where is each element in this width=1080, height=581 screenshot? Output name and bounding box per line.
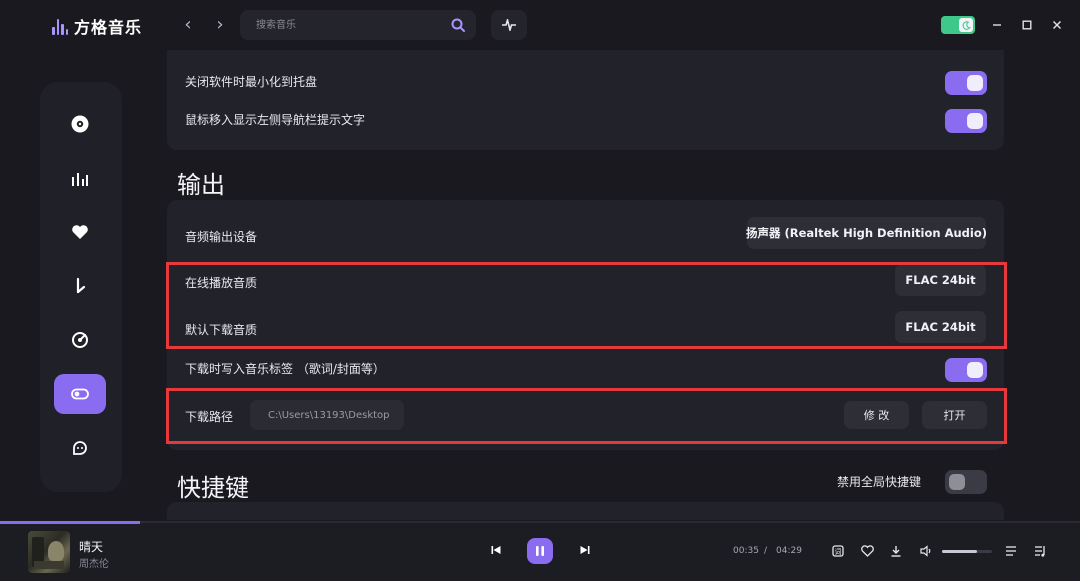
download-arrow-icon bbox=[76, 277, 86, 294]
player-bar: 晴天 周杰伦 00:35 / 04:29 词 bbox=[0, 521, 1080, 581]
write-tags-toggle[interactable] bbox=[945, 358, 987, 382]
total-time: 04:29 bbox=[776, 546, 802, 556]
album-cover[interactable] bbox=[28, 531, 70, 573]
maximize-icon[interactable] bbox=[1016, 14, 1038, 36]
toggle-icon bbox=[71, 388, 89, 400]
song-title[interactable]: 晴天 bbox=[79, 538, 103, 555]
disable-global-shortcuts-toggle[interactable] bbox=[945, 470, 987, 494]
app-name: 方格音乐 bbox=[74, 18, 143, 37]
minimize-to-tray-toggle[interactable] bbox=[945, 71, 987, 95]
search-icon[interactable] bbox=[450, 17, 466, 33]
sidebar-item-radar[interactable] bbox=[54, 320, 106, 360]
heart-icon bbox=[72, 225, 88, 239]
pause-button[interactable] bbox=[527, 538, 553, 564]
waveform-icon bbox=[502, 19, 516, 31]
chat-icon bbox=[73, 441, 87, 455]
app-logo: 方格音乐 bbox=[52, 14, 142, 38]
minimize-to-tray-label: 关闭软件时最小化到托盘 bbox=[185, 75, 318, 89]
pause-icon bbox=[536, 546, 544, 556]
minimize-icon[interactable] bbox=[986, 14, 1008, 36]
prev-icon[interactable] bbox=[486, 539, 506, 561]
time-separator: / bbox=[764, 546, 768, 556]
path-highlight-box bbox=[166, 388, 1007, 444]
lyrics-icon[interactable]: 词 bbox=[830, 543, 846, 559]
sidebar-item-favorites[interactable] bbox=[54, 212, 106, 252]
disable-global-shortcuts-label: 禁用全局快捷键 bbox=[837, 475, 922, 489]
forward-arrow-icon[interactable]: › bbox=[210, 14, 230, 36]
svg-text:词: 词 bbox=[835, 548, 842, 556]
sidebar-item-settings[interactable] bbox=[54, 374, 106, 414]
back-arrow-icon[interactable]: ‹ bbox=[178, 14, 198, 36]
sidebar-item-downloads[interactable] bbox=[54, 266, 106, 306]
search-box bbox=[240, 10, 476, 40]
moon-icon bbox=[959, 18, 973, 32]
sidebar-nav bbox=[40, 82, 122, 492]
volume-fill bbox=[942, 550, 977, 553]
shortcuts-card bbox=[167, 502, 1004, 520]
audio-device-select[interactable]: 扬声器 (Realtek High Definition Audio) bbox=[746, 217, 987, 249]
waveform-button[interactable] bbox=[491, 10, 527, 40]
progress-track[interactable] bbox=[0, 521, 1080, 523]
song-artist[interactable]: 周杰伦 bbox=[79, 555, 109, 570]
write-tags-label: 下载时写入音乐标签 （歌词/封面等） bbox=[185, 362, 385, 376]
disc-icon bbox=[71, 115, 89, 133]
title-bar: 方格音乐 ‹ › bbox=[0, 0, 1080, 50]
search-input[interactable] bbox=[256, 17, 446, 33]
next-icon[interactable] bbox=[575, 539, 595, 561]
chart-bars-icon bbox=[72, 173, 88, 186]
current-time: 00:35 bbox=[733, 546, 759, 556]
audio-device-label: 音频输出设备 bbox=[185, 230, 258, 244]
volume-slider[interactable] bbox=[942, 550, 992, 553]
quality-highlight-box bbox=[166, 262, 1007, 349]
output-section-title: 输出 bbox=[177, 171, 225, 199]
sidebar-item-feedback[interactable] bbox=[54, 428, 106, 468]
close-icon[interactable] bbox=[1046, 14, 1068, 36]
playlist-icon[interactable] bbox=[1003, 543, 1019, 559]
queue-icon[interactable] bbox=[1032, 543, 1048, 559]
general-card: 关闭软件时最小化到托盘 鼠标移入显示左侧导航栏提示文字 bbox=[167, 50, 1004, 150]
progress-fill bbox=[0, 521, 141, 524]
nav-tooltip-label: 鼠标移入显示左侧导航栏提示文字 bbox=[185, 113, 366, 127]
volume-icon[interactable] bbox=[918, 543, 934, 559]
gauge-icon bbox=[72, 332, 88, 348]
download-icon[interactable] bbox=[888, 543, 904, 559]
shortcuts-section-title: 快捷键 bbox=[177, 474, 249, 502]
sidebar-item-charts[interactable] bbox=[54, 159, 106, 199]
nav-tooltip-toggle[interactable] bbox=[945, 109, 987, 133]
like-icon[interactable] bbox=[859, 543, 875, 559]
theme-toggle[interactable] bbox=[941, 16, 975, 34]
sidebar-item-discover[interactable] bbox=[54, 104, 106, 144]
logo-wave-icon bbox=[52, 17, 68, 35]
